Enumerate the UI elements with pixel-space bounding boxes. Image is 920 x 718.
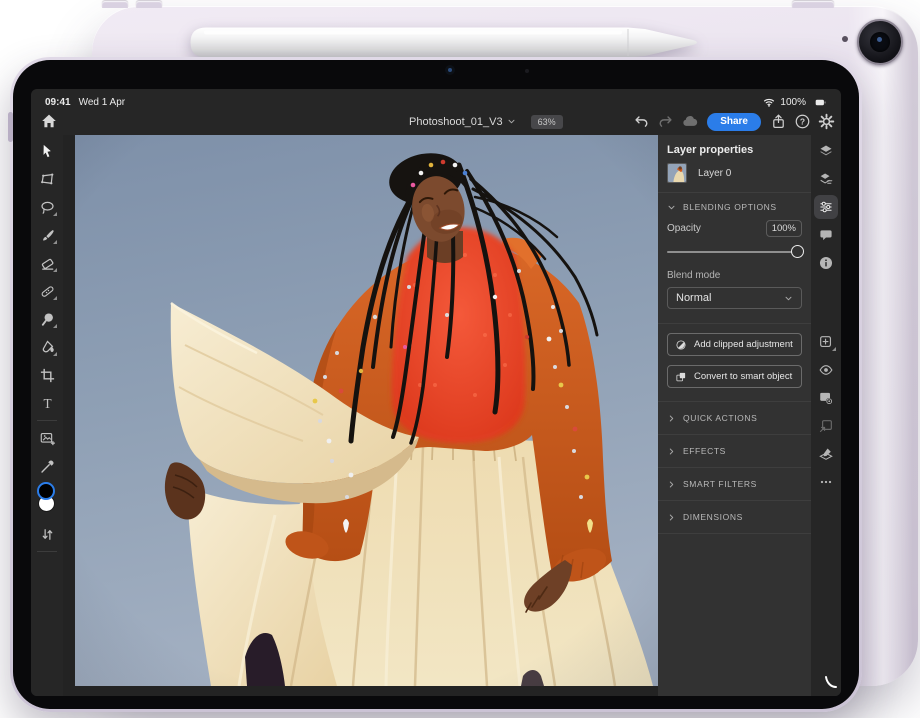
slider-handle[interactable]: [791, 245, 804, 258]
workspace: T: [31, 135, 841, 696]
document-title[interactable]: Photoshoot_01_V3: [409, 116, 503, 128]
blending-options-header[interactable]: BLENDING OPTIONS: [658, 193, 811, 212]
chevron-right-icon: [667, 480, 676, 489]
flatten-button[interactable]: [814, 442, 838, 466]
opacity-slider[interactable]: [667, 245, 802, 259]
section-smart-filters[interactable]: SMART FILTERS: [658, 468, 811, 500]
section-quick-actions[interactable]: QUICK ACTIONS: [658, 402, 811, 434]
corner-highlight: [824, 675, 838, 689]
chevron-down-icon[interactable]: [507, 117, 516, 126]
swap-colors-button[interactable]: [35, 522, 59, 546]
panel-title: Layer properties: [658, 135, 811, 156]
mic-dot: [842, 36, 848, 42]
bezel: 09:41 Wed 1 Apr 100% Photoshoot_01_V3 6: [13, 60, 859, 709]
fill-tool[interactable]: [35, 335, 59, 359]
title-bar: Photoshoot_01_V3 63% Share ?: [31, 108, 841, 135]
lasso-select-tool[interactable]: [35, 195, 59, 219]
layer-visibility-button[interactable]: [814, 358, 838, 382]
section-effects[interactable]: EFFECTS: [658, 435, 811, 467]
layer-mask-button[interactable]: [814, 386, 838, 410]
settings-button[interactable]: [818, 113, 835, 130]
opacity-value[interactable]: 100%: [766, 220, 802, 237]
battery-icon: [810, 97, 831, 108]
svg-text:?: ?: [800, 117, 805, 127]
share-button[interactable]: Share: [707, 113, 761, 131]
clock: 09:41: [45, 97, 71, 108]
taskbar: [811, 135, 841, 696]
divider: [37, 420, 57, 421]
volume-button: [102, 1, 128, 8]
front-ipad: 09:41 Wed 1 Apr 100% Photoshoot_01_V3 6: [10, 57, 862, 712]
date: Wed 1 Apr: [79, 97, 126, 108]
battery-percent: 100%: [780, 97, 806, 108]
healing-brush-tool[interactable]: [35, 279, 59, 303]
crop-tool[interactable]: [35, 363, 59, 387]
layer-properties-button[interactable]: [814, 167, 838, 191]
blend-mode-select[interactable]: Normal: [667, 287, 802, 309]
type-tool[interactable]: T: [35, 391, 59, 415]
adjustment-icon: [675, 339, 687, 351]
canvas[interactable]: [63, 135, 658, 696]
chevron-down-icon: [667, 203, 676, 212]
chevron-right-icon: [667, 414, 676, 423]
color-swatches: [35, 482, 59, 518]
eyedropper-tool[interactable]: [35, 454, 59, 478]
export-button[interactable]: [770, 113, 787, 130]
help-button[interactable]: ?: [794, 113, 811, 130]
layer-row[interactable]: Layer 0: [667, 163, 811, 183]
apple-pencil: [190, 27, 702, 58]
undo-button[interactable]: [633, 113, 650, 130]
blend-mode-label: Blend mode: [667, 270, 802, 281]
svg-text:T: T: [43, 396, 51, 411]
foreground-color-swatch[interactable]: [37, 482, 55, 500]
tool-bar: T: [31, 135, 63, 696]
rear-camera: [857, 19, 903, 65]
place-photo-tool[interactable]: [35, 426, 59, 450]
more-options-button[interactable]: [814, 470, 838, 494]
photoshop-app: 09:41 Wed 1 Apr 100% Photoshoot_01_V3 6: [31, 89, 841, 696]
clip-mask-button[interactable]: [814, 414, 838, 438]
move-tool[interactable]: [35, 139, 59, 163]
volume-button: [136, 1, 162, 8]
divider: [658, 533, 811, 534]
top-button: [792, 1, 834, 8]
eraser-tool[interactable]: [35, 251, 59, 275]
smart-object-icon: [675, 371, 687, 383]
cloud-sync-button[interactable]: [681, 113, 698, 130]
canvas-photo[interactable]: [75, 135, 658, 686]
chevron-right-icon: [667, 447, 676, 456]
add-layer-button[interactable]: [814, 330, 838, 354]
zoom-level-badge[interactable]: 63%: [531, 115, 563, 129]
layers-button[interactable]: [814, 139, 838, 163]
divider: [37, 551, 57, 552]
opacity-label: Opacity: [667, 223, 701, 234]
wifi-icon: [762, 96, 776, 108]
divider: [658, 323, 811, 324]
redo-button[interactable]: [657, 113, 674, 130]
sensor-dot: [525, 69, 529, 73]
comments-button[interactable]: [814, 223, 838, 247]
info-button[interactable]: [814, 251, 838, 275]
convert-to-smart-object-button[interactable]: Convert to smart object: [667, 365, 802, 388]
layer-properties-panel: Layer properties Layer 0 BLENDING OPTION…: [658, 135, 811, 696]
add-clipped-adjustment-button[interactable]: Add clipped adjustment: [667, 333, 802, 356]
chevron-right-icon: [667, 513, 676, 522]
edit-controls-button[interactable]: [814, 195, 838, 219]
brush-tool[interactable]: [35, 223, 59, 247]
front-camera: [445, 65, 455, 75]
transform-tool[interactable]: [35, 167, 59, 191]
layer-name: Layer 0: [698, 168, 731, 179]
marketing-stage: 09:41 Wed 1 Apr 100% Photoshoot_01_V3 6: [0, 0, 920, 718]
chevron-down-icon: [784, 294, 793, 303]
section-dimensions[interactable]: DIMENSIONS: [658, 501, 811, 533]
status-bar: 09:41 Wed 1 Apr 100%: [31, 89, 841, 109]
home-icon[interactable]: [40, 112, 58, 130]
layer-thumbnail: [667, 163, 687, 183]
dodge-tool[interactable]: [35, 307, 59, 331]
